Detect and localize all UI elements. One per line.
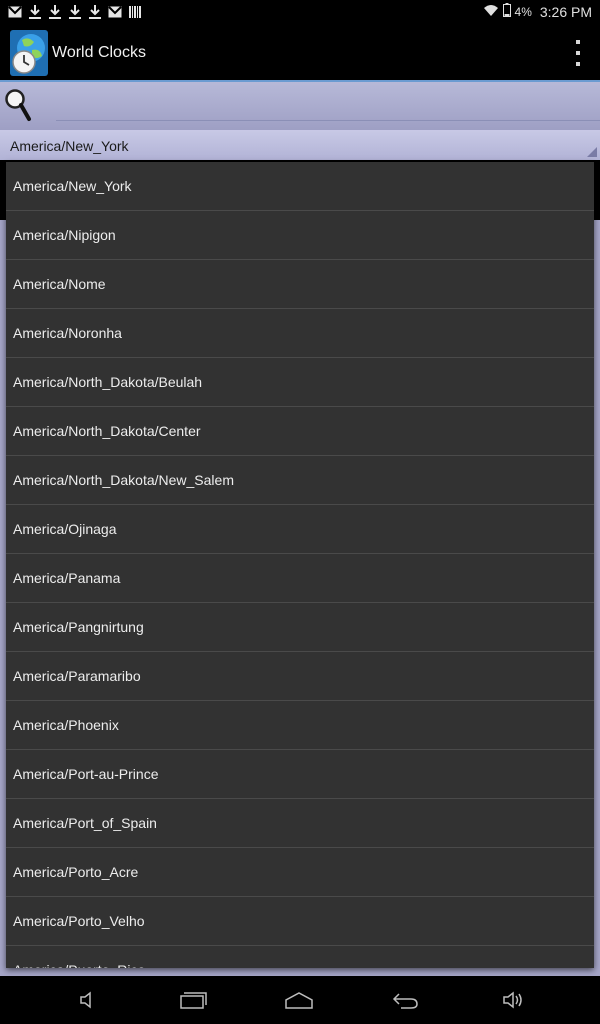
screen: 4% 3:26 PM World Clocks America/New_York…	[0, 0, 600, 1024]
download-icon	[48, 4, 62, 20]
timezone-list-item[interactable]: America/Phoenix	[6, 701, 594, 750]
search-icon[interactable]	[4, 88, 32, 122]
gmail-icon	[108, 4, 122, 20]
search-bar	[0, 82, 600, 130]
barcode-icon	[128, 4, 142, 20]
navigation-bar	[0, 976, 600, 1024]
timezone-label: America/Porto_Acre	[13, 864, 139, 880]
volume-up-icon[interactable]	[498, 988, 528, 1012]
search-input[interactable]	[56, 92, 600, 121]
timezone-label: America/Phoenix	[13, 717, 119, 733]
system-status: 4% 3:26 PM	[483, 3, 592, 20]
status-time: 3:26 PM	[539, 3, 592, 20]
timezone-label: America/Port-au-Prince	[13, 766, 159, 782]
gmail-icon	[8, 4, 22, 20]
timezone-label: America/Ojinaga	[13, 521, 117, 537]
overflow-menu-icon[interactable]	[574, 40, 582, 66]
timezone-list-item[interactable]: America/Porto_Velho	[6, 897, 594, 946]
timezone-list-item[interactable]: America/Paramaribo	[6, 652, 594, 701]
wifi-icon	[483, 3, 499, 20]
timezone-list-item[interactable]: America/Port_of_Spain	[6, 799, 594, 848]
spinner-arrow-icon	[587, 147, 597, 157]
timezone-label: America/Porto_Velho	[13, 913, 145, 929]
timezone-list-item[interactable]: America/Pangnirtung	[6, 603, 594, 652]
timezone-list-item[interactable]: America/Nipigon	[6, 211, 594, 260]
back-icon[interactable]	[390, 988, 420, 1012]
recent-apps-icon[interactable]	[178, 988, 208, 1012]
spinner-selected-value: America/New_York	[10, 138, 129, 154]
timezone-dropdown-list[interactable]: America/New_York America/Nipigon America/N…	[6, 162, 594, 968]
timezone-spinner[interactable]: America/New_York	[0, 130, 600, 160]
timezone-list-item[interactable]: America/New_York	[6, 162, 594, 211]
timezone-list-item[interactable]: America/Ojinaga	[6, 505, 594, 554]
timezone-list-item[interactable]: America/Puerto_Rico	[6, 946, 594, 968]
battery-level: 4%	[514, 4, 532, 19]
home-icon[interactable]	[284, 988, 314, 1012]
download-icon	[88, 4, 102, 20]
timezone-label: America/Puerto_Rico	[13, 962, 145, 968]
volume-down-icon[interactable]	[72, 988, 102, 1012]
timezone-label: America/Noronha	[13, 325, 122, 341]
timezone-label: America/North_Dakota/New_Salem	[13, 472, 234, 488]
timezone-list-item[interactable]: America/Porto_Acre	[6, 848, 594, 897]
download-icon	[28, 4, 42, 20]
timezone-label: America/North_Dakota/Beulah	[13, 374, 203, 390]
timezone-list-item[interactable]: America/Nome	[6, 260, 594, 309]
timezone-list-item[interactable]: America/North_Dakota/Beulah	[6, 358, 594, 407]
timezone-list-item[interactable]: America/Noronha	[6, 309, 594, 358]
timezone-label: America/Panama	[13, 570, 121, 586]
status-bar: 4% 3:26 PM	[0, 0, 600, 26]
timezone-label: America/Port_of_Spain	[13, 815, 157, 831]
timezone-label: America/Pangnirtung	[13, 619, 144, 635]
notification-icons	[8, 4, 142, 20]
timezone-label: America/North_Dakota/Center	[13, 423, 201, 439]
timezone-label: America/Nipigon	[13, 227, 116, 243]
download-icon	[68, 4, 82, 20]
battery-icon	[502, 3, 511, 20]
timezone-list-item[interactable]: America/North_Dakota/Center	[6, 407, 594, 456]
app-title: World Clocks	[52, 44, 146, 61]
app-globe-icon[interactable]	[10, 30, 48, 76]
timezone-list-item[interactable]: America/Port-au-Prince	[6, 750, 594, 799]
timezone-label: America/New_York	[13, 178, 132, 194]
action-bar: World Clocks	[0, 26, 600, 82]
timezone-label: America/Nome	[13, 276, 106, 292]
timezone-list-item[interactable]: America/Panama	[6, 554, 594, 603]
timezone-label: America/Paramaribo	[13, 668, 141, 684]
timezone-list-item[interactable]: America/North_Dakota/New_Salem	[6, 456, 594, 505]
